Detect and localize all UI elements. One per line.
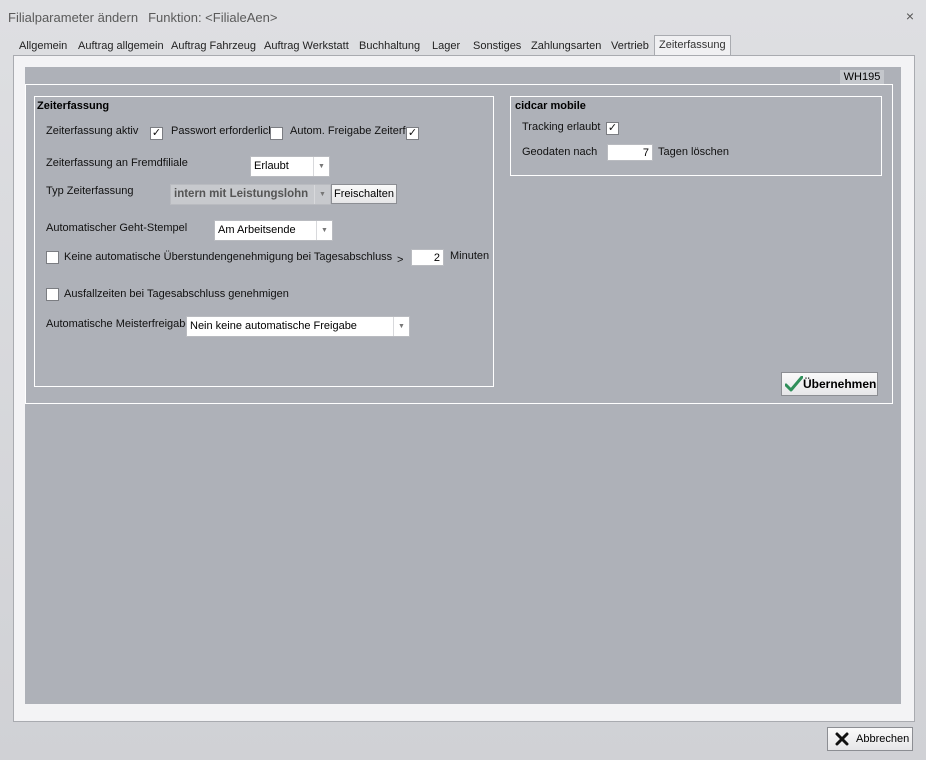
passwort-checkbox[interactable] [270,127,283,140]
typ-label: Typ Zeiterfassung [46,185,134,197]
close-icon[interactable]: × [906,8,914,24]
tracking-checkbox[interactable]: ✓ [606,122,619,135]
uebernehmen-button[interactable]: Übernehmen [781,372,878,396]
freischalten-button[interactable]: Freischalten [331,184,397,204]
title-bar: Filialparameter ändern Funktion: <Filiale… [0,0,926,34]
geodaten-label: Geodaten nach [522,146,598,158]
tab-auftrag-allgemein[interactable]: Auftrag allgemein [78,38,164,54]
autom-freigabe-checkbox[interactable]: ✓ [406,127,419,140]
tab-strip: Allgemein Auftrag allgemein Auftrag Fahr… [13,35,913,56]
passwort-label: Passwort erforderlich [171,125,275,137]
tracking-label: Tracking erlaubt [522,121,601,133]
tab-auftrag-werkstatt[interactable]: Auftrag Werkstatt [264,38,349,54]
tab-allgemein[interactable]: Allgemein [19,38,67,54]
fremdfiliale-value: Erlaubt [254,160,289,172]
ausfallzeiten-label: Ausfallzeiten bei Tagesabschluss genehmi… [64,288,289,300]
meisterfreigabe-value: Nein keine automatische Freigabe [190,320,357,332]
chevron-down-icon: ▼ [314,185,330,204]
dialog-window: Filialparameter ändern Funktion: <Filiale… [0,0,926,760]
abbrechen-button[interactable]: Abbrechen [827,727,913,751]
fremdfiliale-label: Zeiterfassung an Fremdfiliale [46,157,188,169]
ueberstunden-checkbox[interactable] [46,251,59,264]
function-label: Funktion: <FilialeAen> [148,10,278,25]
autom-freigabe-label: Autom. Freigabe Zeiterf. [290,125,409,137]
window-title: Filialparameter ändern Funktion: <Filiale… [8,10,277,25]
branch-badge: WH195 [840,70,884,84]
meisterfreigabe-label: Automatische Meisterfreigabe [46,318,192,330]
greater-than-sign: > [397,254,404,266]
cidcar-mobile-title: cidcar mobile [515,100,586,112]
ausfallzeiten-checkbox[interactable] [46,288,59,301]
tab-buchhaltung[interactable]: Buchhaltung [359,38,420,54]
minuten-label: Minuten [450,250,490,262]
tab-zahlungsarten[interactable]: Zahlungsarten [531,38,601,54]
checkmark-icon [785,376,803,392]
tab-vertrieb[interactable]: Vertrieb [611,38,649,54]
zeiterfassung-group [34,96,494,387]
ueberstunden-label: Keine automatische Überstundengenehmigun… [64,251,393,263]
chevron-down-icon: ▼ [316,221,332,240]
geht-stempel-label: Automatischer Geht-Stempel [46,222,188,234]
tab-lager[interactable]: Lager [432,38,460,54]
geht-stempel-select[interactable]: Am Arbeitsende ▼ [214,220,333,241]
tagen-loeschen-label: Tagen löschen [658,146,729,158]
window-title-text: Filialparameter ändern [8,10,139,25]
chevron-down-icon: ▼ [313,157,329,176]
zeiterfassung-aktiv-label: Zeiterfassung aktiv [46,125,139,137]
geodaten-days-input[interactable]: 7 [607,144,653,161]
geht-stempel-value: Am Arbeitsende [218,224,296,236]
chevron-down-icon: ▼ [393,317,409,336]
typ-value: intern mit Leistungslohn [174,188,309,200]
minuten-input[interactable]: 2 [411,249,444,266]
fremdfiliale-select[interactable]: Erlaubt ▼ [250,156,330,177]
typ-select[interactable]: intern mit Leistungslohn ▼ [170,184,331,205]
zeiterfassung-group-title: Zeiterfassung [37,100,110,112]
tab-auftrag-fahrzeug[interactable]: Auftrag Fahrzeug [171,38,256,54]
tab-sonstiges[interactable]: Sonstiges [473,38,521,54]
meisterfreigabe-select[interactable]: Nein keine automatische Freigabe ▼ [186,316,410,337]
tab-zeiterfassung[interactable]: Zeiterfassung [654,35,731,56]
abbrechen-label: Abbrechen [856,733,910,745]
zeiterfassung-aktiv-checkbox[interactable]: ✓ [150,127,163,140]
x-icon [835,732,849,746]
uebernehmen-label: Übernehmen [803,377,877,391]
